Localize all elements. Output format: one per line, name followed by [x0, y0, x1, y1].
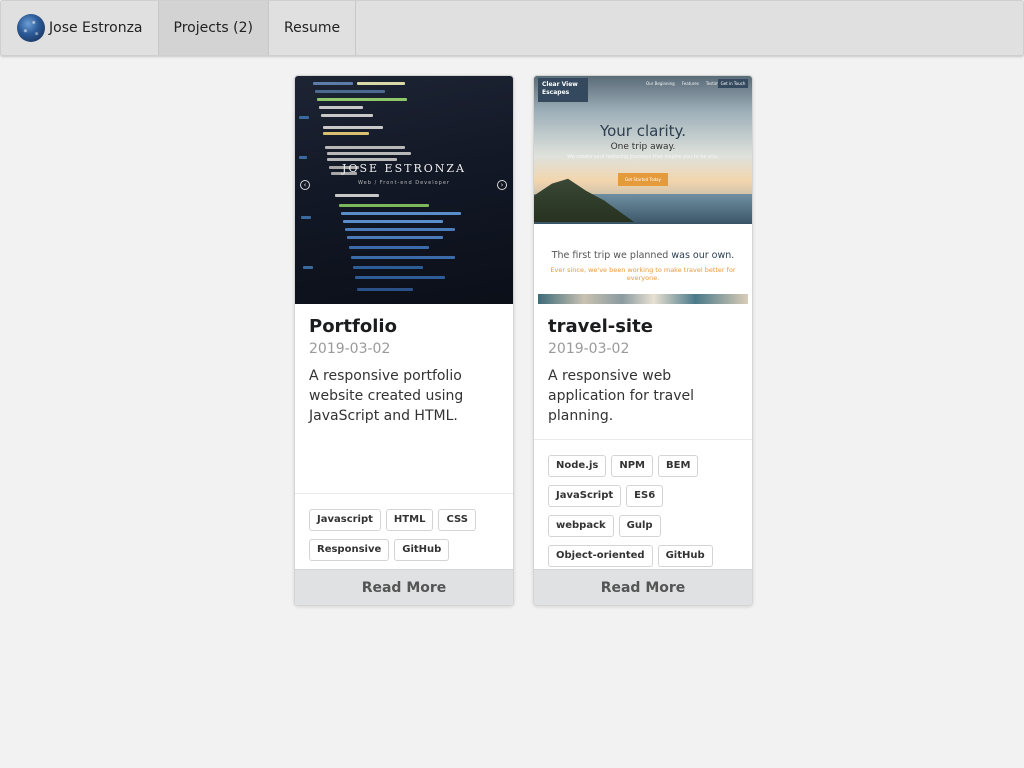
screenshot-overlay-subtitle: Web / Front-end Developer — [358, 180, 450, 186]
tag[interactable]: Node.js — [548, 455, 607, 477]
brand-link[interactable]: Jose Estronza — [1, 1, 159, 55]
card-content: Portfolio 2019-03-02 A responsive portfo… — [309, 316, 501, 426]
site-intro-section: The first trip we planned was our own. E… — [534, 222, 752, 294]
card-date: 2019-03-02 — [309, 341, 391, 357]
read-more-button[interactable]: Read More — [534, 569, 752, 605]
site-nav-link: Our Beginning — [646, 81, 675, 86]
card-title[interactable]: Portfolio — [309, 316, 501, 338]
menu-item-projects[interactable]: Projects (2) — [158, 1, 269, 55]
site-nav-cta: Get in Touch — [718, 79, 748, 88]
tag[interactable]: HTML — [385, 509, 434, 531]
avatar — [17, 14, 45, 42]
card-date: 2019-03-02 — [548, 341, 630, 357]
site-logo: Clear View Escapes — [538, 78, 588, 102]
project-card-travel-site: Clear View Escapes Our Beginning Feature… — [533, 75, 753, 606]
tag-list: Node.js NPM BEM JavaScript ES6 webpack Gulp Obj… — [534, 439, 752, 573]
project-screenshot[interactable]: Clear View Escapes Our Beginning Feature… — [534, 76, 752, 304]
tag[interactable]: GitHub — [394, 539, 450, 561]
project-screenshot[interactable]: JOSE ESTRONZA Web / Front-end Developer … — [295, 76, 513, 304]
screenshot-overlay-title: JOSE ESTRONZA — [342, 162, 466, 175]
tag[interactable]: JavaScript — [548, 485, 622, 507]
site-hero-button: Get Started Today — [618, 173, 668, 186]
card-title[interactable]: travel-site — [548, 316, 740, 338]
site-intro-title: The first trip we planned was our own. — [551, 250, 735, 261]
project-card-portfolio: JOSE ESTRONZA Web / Front-end Developer … — [294, 75, 514, 606]
chevron-right-icon: › — [497, 180, 507, 190]
tag[interactable]: BEM — [658, 455, 699, 477]
tag-list: Javascript HTML CSS Responsive GitHub — [295, 493, 513, 567]
card-description: A responsive portfolio website created u… — [309, 368, 464, 424]
site-hero-subtitle: One trip away. — [610, 142, 676, 152]
tag[interactable]: CSS — [438, 509, 476, 531]
site-intro-text: Ever since, we've been working to make t… — [550, 266, 736, 282]
top-menu: Jose Estronza Projects (2) Resume — [0, 0, 1024, 56]
chevron-left-icon: ‹ — [300, 180, 310, 190]
tag[interactable]: GitHub — [657, 545, 713, 567]
card-content: travel-site 2019-03-02 A responsive web … — [548, 316, 740, 426]
tag[interactable]: Javascript — [309, 509, 381, 531]
tag[interactable]: NPM — [611, 455, 654, 477]
tag[interactable]: webpack — [548, 515, 614, 537]
read-more-button[interactable]: Read More — [295, 569, 513, 605]
site-nav-link: Features — [681, 81, 699, 86]
tag[interactable]: Responsive — [309, 539, 390, 561]
site-hero-title: Your clarity. — [599, 122, 687, 140]
tag[interactable]: Object-oriented — [548, 545, 653, 567]
tag[interactable]: ES6 — [626, 485, 664, 507]
tag[interactable]: Gulp — [618, 515, 661, 537]
code-screen-background — [295, 76, 513, 304]
menu-item-resume[interactable]: Resume — [269, 1, 357, 55]
brand-name: Jose Estronza — [49, 20, 143, 36]
card-description: A responsive web application for travel … — [548, 368, 694, 424]
site-hero-text: We create soul restoring journeys that i… — [567, 154, 719, 160]
site-photo-strip — [538, 294, 748, 304]
